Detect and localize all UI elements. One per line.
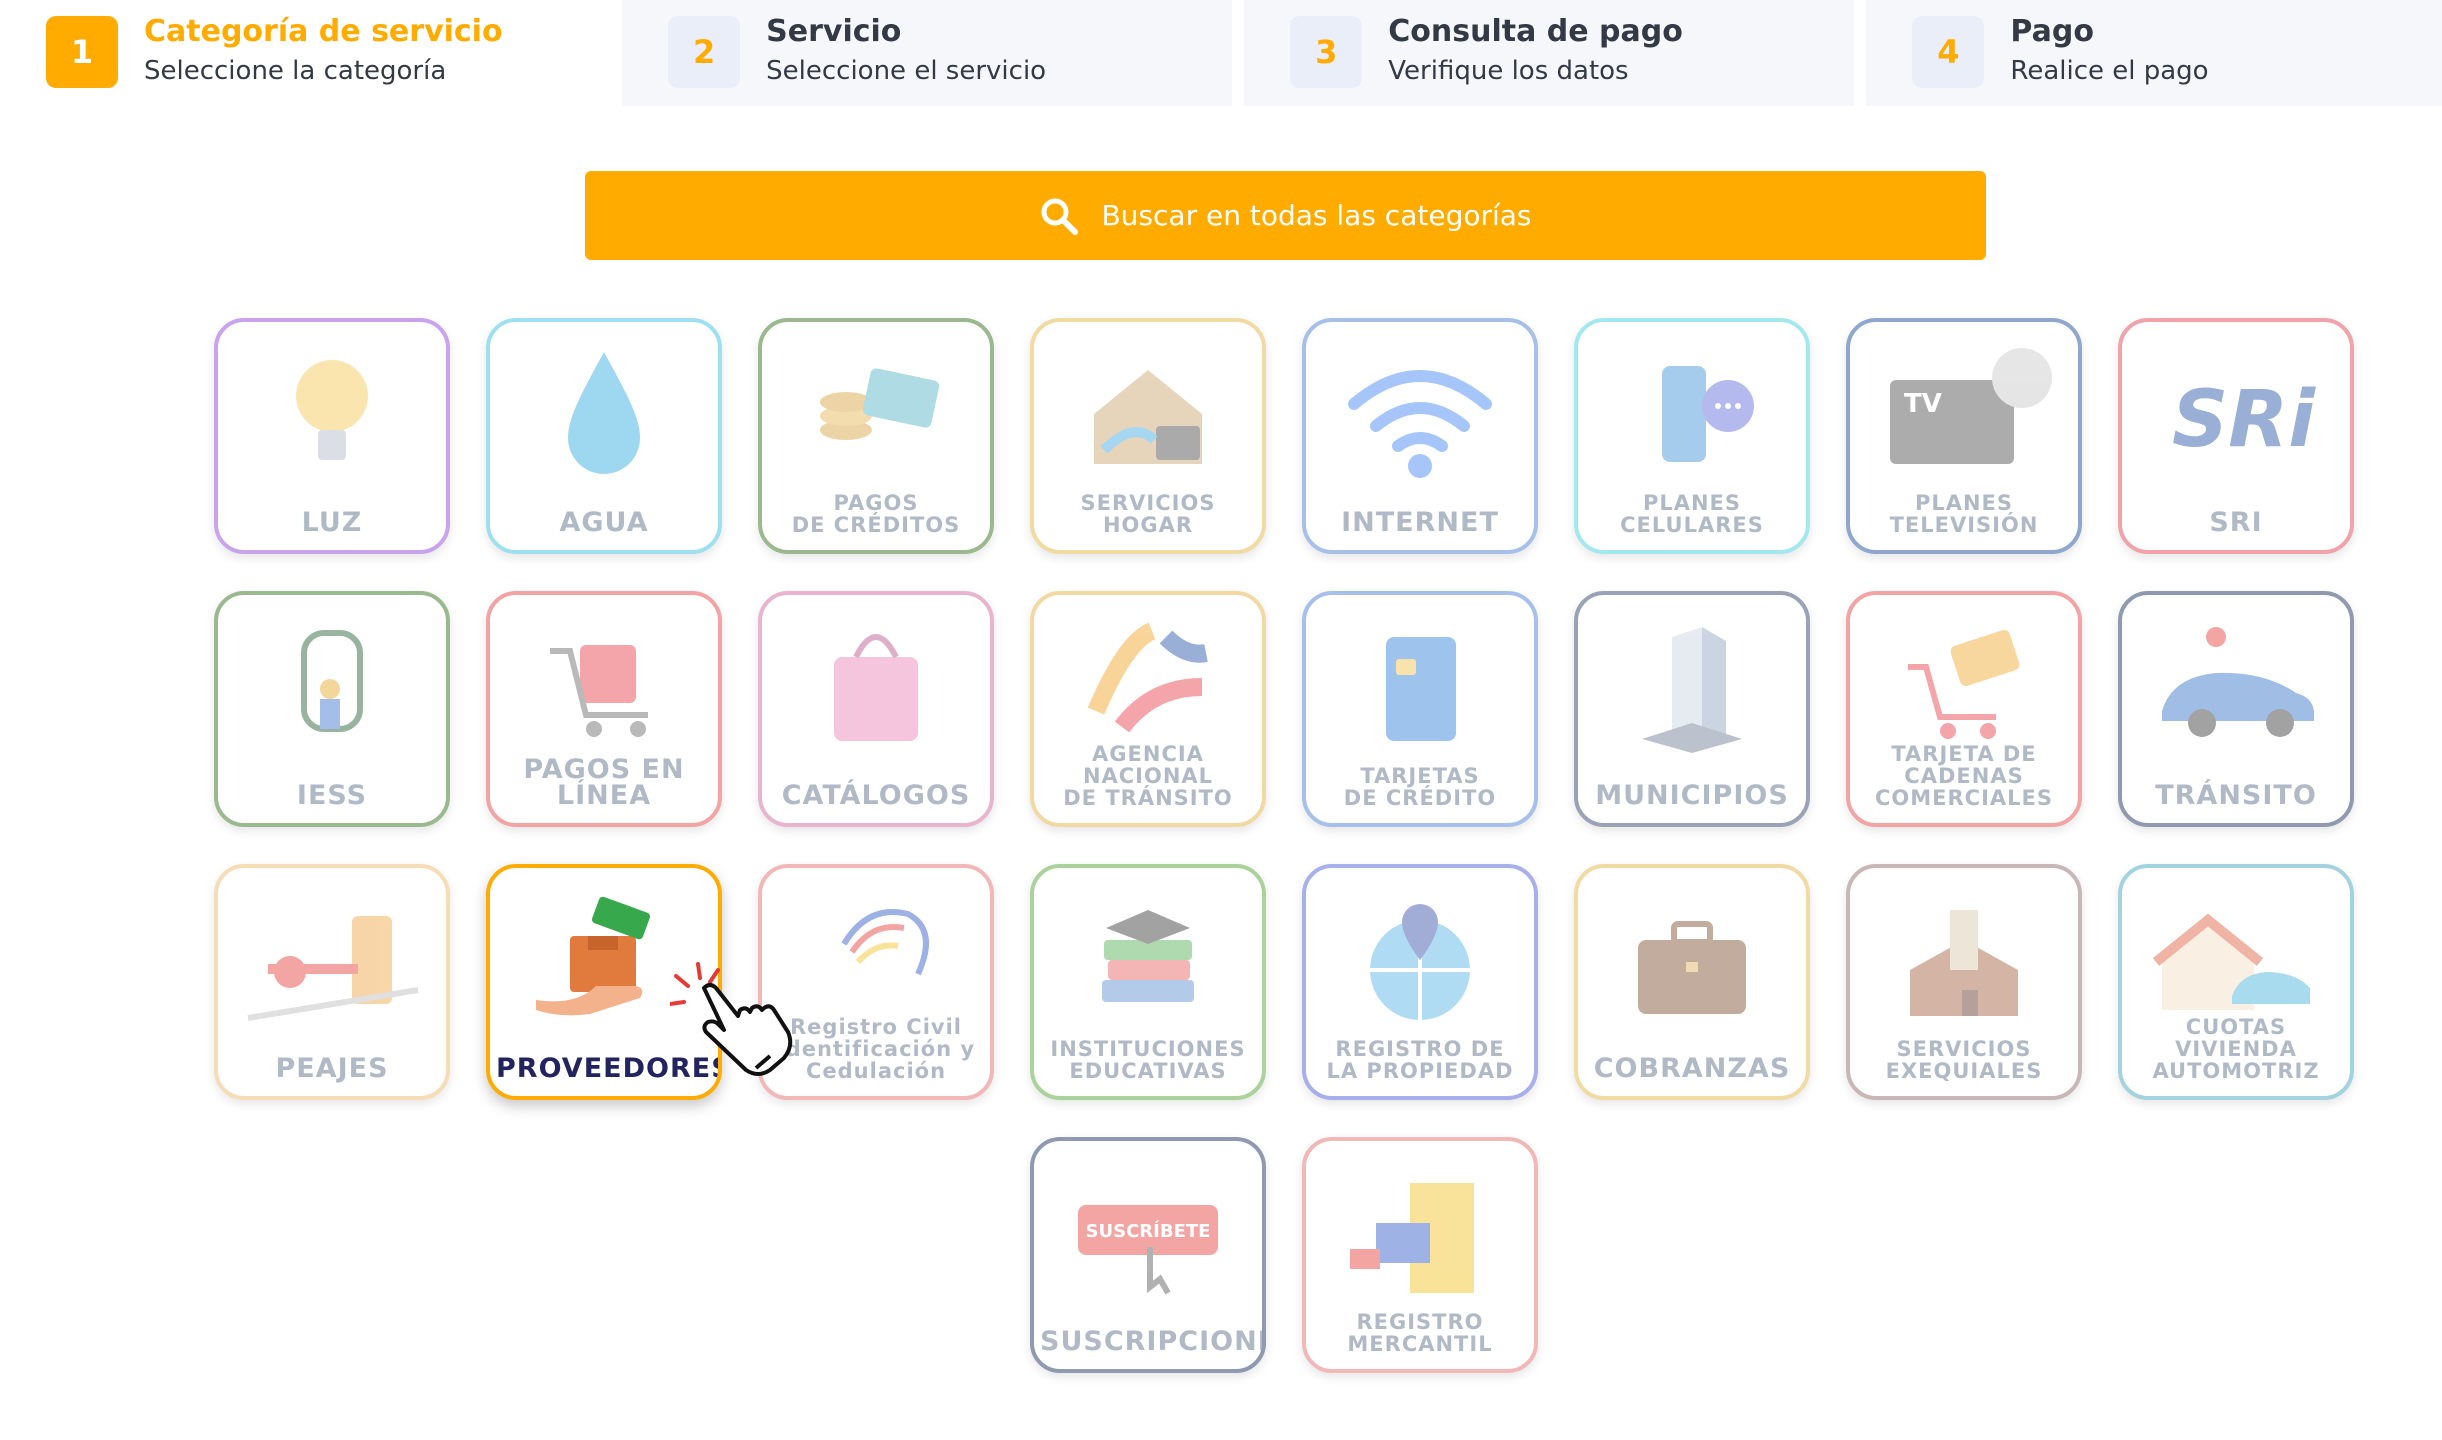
category-label: INTERNET xyxy=(1341,507,1499,538)
credit-card-icon xyxy=(1386,637,1456,741)
category-label: TARJETAS DE CRÉDITO xyxy=(1343,764,1497,810)
step-title: Pago xyxy=(2010,14,2094,49)
car-icon xyxy=(2162,627,2314,737)
category-tile[interactable]: SERVICIOS HOGAR xyxy=(1030,318,1266,554)
category-label: CATÁLOGOS xyxy=(781,780,971,811)
search-placeholder: Buscar en todas las categorías xyxy=(1101,199,1532,232)
category-tile[interactable]: PAGOS EN LÍNEA xyxy=(486,591,722,827)
category-label: TRÁNSITO xyxy=(2155,780,2317,811)
home-services-icon xyxy=(1094,370,1202,464)
hand-pointer-icon xyxy=(670,962,793,1076)
category-tile[interactable]: INSTITUCIONES EDUCATIVAS xyxy=(1030,864,1266,1100)
step-title: Consulta de pago xyxy=(1388,14,1683,49)
church-icon xyxy=(1910,910,2018,1016)
category-tile[interactable]: REGISTRO DE LA PROPIEDAD xyxy=(1302,864,1538,1100)
house-car-icon xyxy=(2152,913,2310,1010)
category-tile[interactable]: SERVICIOS EXEQUIALES xyxy=(1846,864,2082,1100)
step-number: 1 xyxy=(46,16,118,88)
svg-text:TV: TV xyxy=(1904,389,1942,419)
category-tile[interactable]: SUSCRÍBETE SUSCRIPCIONES xyxy=(1030,1137,1266,1373)
search-bar[interactable]: Buscar en todas las categorías xyxy=(585,171,1986,260)
lightbulb-icon xyxy=(296,360,368,460)
shopping-bag-icon xyxy=(834,634,918,741)
category-label: LUZ xyxy=(301,507,363,538)
category-label: TARJETA DE CADENAS COMERCIALES xyxy=(1874,742,2053,810)
category-label: CUOTAS VIVIENDA AUTOMOTRIZ xyxy=(2152,1015,2320,1083)
category-label: SERVICIOS HOGAR xyxy=(1080,491,1216,537)
books-icon xyxy=(1102,910,1194,1002)
category-label: Registro Civil Identificación y Cedulació… xyxy=(776,1015,976,1083)
category-label: MUNICIPIOS xyxy=(1595,780,1789,811)
step-subtitle: Seleccione la categoría xyxy=(144,56,447,86)
category-tile[interactable]: TRÁNSITO xyxy=(2118,591,2354,827)
category-tile[interactable]: PAGOS DE CRÉDITOS xyxy=(758,318,994,554)
category-tile[interactable]: CUOTAS VIVIENDA AUTOMOTRIZ xyxy=(2118,864,2354,1100)
step-2[interactable]: 2 Servicio Seleccione el servicio xyxy=(622,0,1233,106)
briefcase-icon xyxy=(1638,921,1746,1014)
category-tile[interactable]: PLANES CELULARES xyxy=(1574,318,1810,554)
sri-logo-icon: SRi xyxy=(2172,375,2316,465)
subscribe-button-icon: SUSCRÍBETE xyxy=(1078,1205,1218,1295)
category-label: SUSCRIPCIONES xyxy=(1040,1326,1262,1357)
step-title: Categoría de servicio xyxy=(144,14,503,49)
category-label: PAGOS DE CRÉDITOS xyxy=(791,491,961,537)
category-tile[interactable]: TV PLANES TELEVISIÓN xyxy=(1846,318,2082,554)
category-tile[interactable]: PEAJES xyxy=(214,864,450,1100)
category-label: REGISTRO DE LA PROPIEDAD xyxy=(1326,1037,1514,1083)
category-label: COBRANZAS xyxy=(1593,1053,1791,1084)
category-tile[interactable]: COBRANZAS xyxy=(1574,864,1810,1100)
step-number: 3 xyxy=(1290,16,1363,88)
category-tile[interactable]: AGENCIA NACIONAL DE TRÁNSITO xyxy=(1030,591,1266,827)
category-tile[interactable]: LUZ xyxy=(214,318,450,554)
category-tile[interactable]: AGUA xyxy=(486,318,722,554)
wifi-icon xyxy=(1348,370,1492,478)
cellphone-icon xyxy=(1662,366,1754,462)
toll-booth-icon xyxy=(247,916,419,1021)
category-label: PLANES TELEVISIÓN xyxy=(1889,491,2039,537)
subscribe-badge-text: SUSCRÍBETE xyxy=(1086,1220,1211,1242)
building-icon xyxy=(1642,627,1742,753)
globe-pin-icon xyxy=(1370,904,1470,1020)
category-label: SERVICIOS EXEQUIALES xyxy=(1885,1037,2043,1083)
svg-text:SRi: SRi xyxy=(2172,375,2316,465)
category-label: SRI xyxy=(2209,507,2263,538)
category-label: IESS xyxy=(296,780,368,811)
step-subtitle: Seleccione el servicio xyxy=(766,56,1047,86)
step-title: Servicio xyxy=(766,14,902,49)
step-4[interactable]: 4 Pago Realice el pago xyxy=(1866,0,2442,106)
category-tile[interactable]: TARJETAS DE CRÉDITO xyxy=(1302,591,1538,827)
step-number: 2 xyxy=(668,16,741,88)
category-tile[interactable]: MUNICIPIOS xyxy=(1574,591,1810,827)
shopping-cart-icon xyxy=(550,645,648,737)
category-tile[interactable]: CATÁLOGOS xyxy=(758,591,994,827)
coins-card-icon xyxy=(820,368,940,440)
category-label: INSTITUCIONES EDUCATIVAS xyxy=(1050,1037,1246,1083)
category-label: PEAJES xyxy=(275,1053,389,1084)
category-label: AGENCIA NACIONAL DE TRÁNSITO xyxy=(1063,742,1233,810)
water-drop-icon xyxy=(568,352,640,474)
category-label: PLANES CELULARES xyxy=(1620,491,1764,537)
cart-card-icon xyxy=(1908,630,2020,739)
category-tile[interactable]: REGISTRO MERCANTIL xyxy=(1302,1137,1538,1373)
registro-mercantil-logo-icon xyxy=(1350,1183,1474,1293)
step-subtitle: Verifique los datos xyxy=(1388,56,1629,86)
step-1[interactable]: 1 Categoría de servicio Seleccione la ca… xyxy=(0,0,611,106)
tv-dish-icon: TV xyxy=(1890,348,2052,464)
category-label: REGISTRO MERCANTIL xyxy=(1347,1310,1493,1356)
category-label: PAGOS EN LÍNEA xyxy=(523,754,685,811)
category-tile[interactable]: SRi SRI xyxy=(2118,318,2354,554)
category-tile[interactable]: INTERNET xyxy=(1302,318,1538,554)
ant-logo-icon xyxy=(1087,622,1208,733)
step-subtitle: Realice el pago xyxy=(2010,56,2209,86)
iess-logo-icon xyxy=(301,630,363,732)
category-label: AGUA xyxy=(559,507,649,538)
category-tile[interactable]: TARJETA DE CADENAS COMERCIALES xyxy=(1846,591,2082,827)
steps-bar: 1 Categoría de servicio Seleccione la ca… xyxy=(0,0,2442,106)
step-3[interactable]: 3 Consulta de pago Verifique los datos xyxy=(1244,0,1855,106)
step-number: 4 xyxy=(1912,16,1985,88)
category-tile[interactable]: IESS xyxy=(214,591,450,827)
search-icon xyxy=(1041,198,1079,235)
